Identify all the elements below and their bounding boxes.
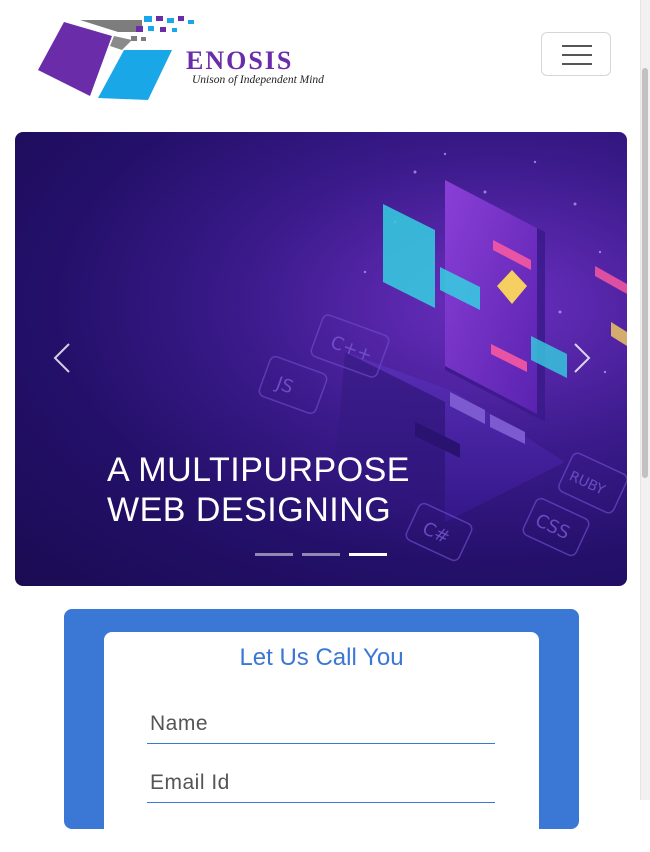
carousel-indicator-1[interactable] (255, 553, 293, 556)
callback-panel: Let Us Call You (64, 609, 579, 852)
hero-caption: A MULTIPURPOSE WEB DESIGNING (107, 450, 410, 530)
hero-caption-line1: A MULTIPURPOSE (107, 451, 410, 489)
hero-caption-line2: WEB DESIGNING (107, 491, 392, 529)
art-label-js: JS (272, 373, 296, 399)
carousel-prev-button[interactable] (43, 338, 83, 378)
carousel-indicator-3[interactable] (349, 553, 387, 556)
chevron-right-icon (574, 343, 591, 373)
carousel-indicator-2[interactable] (302, 553, 340, 556)
brand-tagline: Unison of Independent Mind (192, 74, 324, 86)
name-input[interactable] (147, 704, 495, 744)
art-label-csharp: C# (419, 518, 453, 549)
menu-toggle-button[interactable] (541, 32, 611, 76)
art-label-css: CSS (532, 510, 573, 544)
page-scrollbar[interactable] (640, 0, 650, 800)
callback-form: Let Us Call You (104, 632, 539, 852)
callback-title: Let Us Call You (239, 644, 404, 671)
site-header: Enosis Unison of Independent Mind (0, 0, 640, 122)
chevron-left-icon (53, 343, 70, 373)
brand-name: Enosis (186, 46, 294, 75)
carousel-next-button[interactable] (561, 338, 601, 378)
hamburger-menu-icon (562, 45, 592, 47)
brand-logo[interactable]: Enosis Unison of Independent Mind (36, 12, 356, 104)
art-label-ruby: RUBY (567, 468, 608, 498)
hero-carousel[interactable]: JS C++ C# CSS RUBY A MULTIPURPOSE WEB DE… (15, 132, 627, 586)
email-input[interactable] (147, 763, 495, 803)
scrollbar-thumb[interactable] (642, 68, 648, 478)
